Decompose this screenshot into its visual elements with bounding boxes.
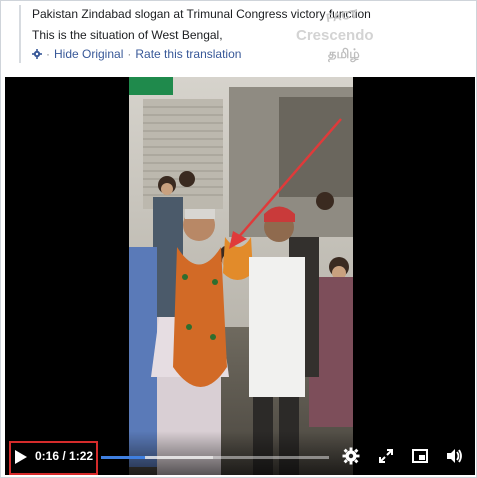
picture-in-picture-icon[interactable] bbox=[411, 447, 429, 465]
settings-gear-icon[interactable] bbox=[342, 447, 360, 465]
hide-original-link[interactable]: Hide Original bbox=[54, 47, 123, 61]
watermark-brand: Crescendo bbox=[296, 27, 374, 44]
translated-caption: Pakistan Zindabad slogan at Trimunal Con… bbox=[5, 1, 475, 69]
quote-bar bbox=[19, 5, 21, 63]
gear-icon bbox=[32, 49, 42, 59]
progress-bar[interactable] bbox=[101, 456, 329, 459]
translation-actions: · Hide Original · Rate this translation bbox=[32, 47, 241, 61]
video-still bbox=[129, 77, 353, 475]
fact-crescendo-watermark: FACT Crescendo தமிழ் bbox=[296, 6, 396, 71]
caption-line-2: This is the situation of West Bengal, bbox=[32, 28, 223, 42]
video-controls: 0:16 / 1:22 bbox=[5, 431, 475, 475]
progress-played bbox=[101, 456, 146, 459]
time-highlight-annotation bbox=[9, 441, 98, 475]
post-card: Pakistan Zindabad slogan at Trimunal Con… bbox=[0, 0, 477, 478]
volume-icon[interactable] bbox=[445, 447, 463, 465]
watermark-fact: FACT bbox=[325, 6, 359, 26]
video-player[interactable]: 0:16 / 1:22 bbox=[5, 77, 475, 475]
fullscreen-icon[interactable] bbox=[377, 447, 395, 465]
rate-translation-link[interactable]: Rate this translation bbox=[135, 47, 241, 61]
video-frame bbox=[129, 77, 353, 475]
separator: · bbox=[127, 47, 132, 61]
separator: · bbox=[46, 47, 50, 61]
watermark-language: தமிழ் bbox=[328, 47, 360, 62]
